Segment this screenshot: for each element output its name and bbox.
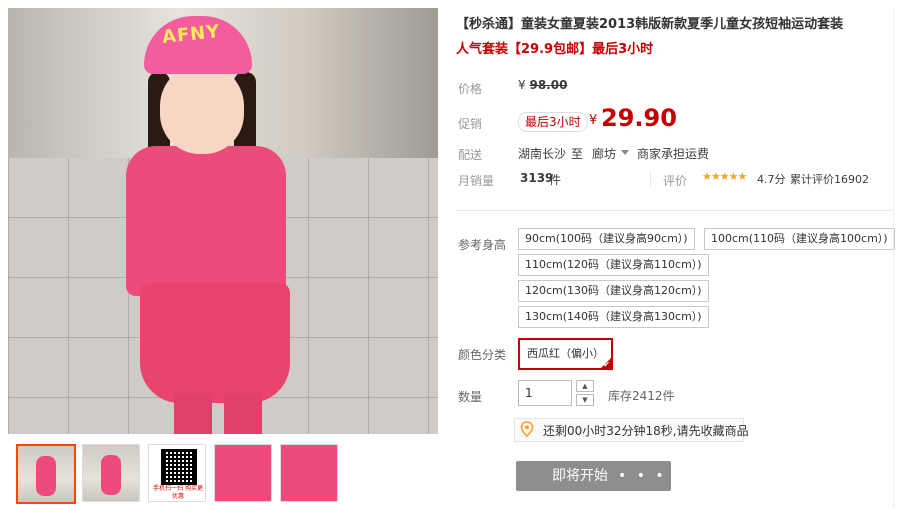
shipping-to-word: 至 xyxy=(571,147,584,161)
main-product-image[interactable]: AFNY xyxy=(8,8,438,434)
color-label: 颜色分类 xyxy=(458,348,507,362)
photo-leg-left xyxy=(174,393,212,434)
shipping-from: 湖南长沙 xyxy=(518,147,567,161)
shipping-label: 配送 xyxy=(458,148,483,162)
chevron-down-icon[interactable] xyxy=(621,150,629,155)
product-subtitle: 人气套装【29.9包邮】最后3小时 xyxy=(456,42,654,57)
photo-pants xyxy=(140,283,290,403)
size-option-110[interactable]: 110cm(120码（建议身高110cm）) xyxy=(518,254,709,276)
photo-leg-right xyxy=(224,393,262,434)
star-rating-icon: ★★★★★ xyxy=(702,170,747,183)
thumbnail-5[interactable] xyxy=(280,444,338,502)
quantity-label: 数量 xyxy=(458,390,483,404)
rating-score: 4.7分 xyxy=(757,173,786,186)
check-icon: ✔ xyxy=(603,360,610,369)
countdown-text: 还剩00小时32分钟18秒,请先收藏商品 xyxy=(543,424,749,438)
location-pin-icon xyxy=(519,421,535,439)
promo-currency: ¥ xyxy=(589,113,598,128)
size-option-90[interactable]: 90cm(100码（建议身高90cm）) xyxy=(518,228,695,250)
size-option-120[interactable]: 120cm(130码（建议身高120cm）) xyxy=(518,280,709,302)
shipping-fee: 商家承担运费 xyxy=(637,147,710,161)
color-option-selected[interactable]: 西瓜红（偏小） ✔ xyxy=(518,338,613,370)
quantity-decrease-button[interactable]: ▼ xyxy=(576,394,594,406)
panel-border xyxy=(893,8,894,508)
thumbnail-1[interactable] xyxy=(16,444,76,504)
quantity-input[interactable]: 1 xyxy=(518,380,572,406)
qr-caption: 手机扫一扫 购买更优惠 xyxy=(153,485,203,500)
loading-dots-icon: • • • xyxy=(618,468,667,484)
thumbnail-qr[interactable]: 手机扫一扫 购买更优惠 xyxy=(148,444,206,502)
divider xyxy=(650,172,651,186)
coming-soon-label: 即将开始 xyxy=(552,468,608,484)
thumbnail-strip: 手机扫一扫 购买更优惠 xyxy=(8,440,438,510)
section-divider xyxy=(456,210,892,211)
shipping-destination[interactable]: 廊坊 xyxy=(592,145,616,162)
size-option-130[interactable]: 130cm(140码（建议身高130cm）) xyxy=(518,306,709,328)
original-price-currency: ¥ xyxy=(518,78,526,92)
review-count-link[interactable]: 累计评价16902 xyxy=(790,171,869,187)
qr-code-icon xyxy=(161,449,197,485)
product-title: 【秒杀通】童装女童夏装2013韩版新款夏季儿童女孩短袖运动套装 xyxy=(456,17,844,32)
stock-count: 库存2412件 xyxy=(608,389,675,403)
rating-label: 评价 xyxy=(663,174,688,188)
photo-face xyxy=(160,64,244,154)
price-label: 价格 xyxy=(458,82,483,96)
original-price: ¥ 98.00 xyxy=(518,78,567,92)
promo-badge: 最后3小时 xyxy=(518,112,588,132)
size-label: 参考身高 xyxy=(458,238,507,252)
sales-unit: 件 xyxy=(549,173,562,187)
countdown-notice: 还剩00小时32分钟18秒,请先收藏商品 xyxy=(514,418,749,442)
coming-soon-button[interactable]: 即将开始 • • • xyxy=(516,461,671,491)
promo-label: 促销 xyxy=(458,117,483,131)
thumbnail-4[interactable] xyxy=(214,444,272,502)
original-price-value: 98.00 xyxy=(529,78,568,92)
sales-label: 月销量 xyxy=(458,174,495,188)
color-option-text: 西瓜红（偏小） xyxy=(527,347,604,360)
thumbnail-2[interactable] xyxy=(82,444,140,502)
photo-shirt xyxy=(126,146,286,296)
quantity-increase-button[interactable]: ▲ xyxy=(576,380,594,392)
size-option-100[interactable]: 100cm(110码（建议身高100cm）) xyxy=(704,228,895,250)
promo-price: 29.90 xyxy=(601,104,677,132)
